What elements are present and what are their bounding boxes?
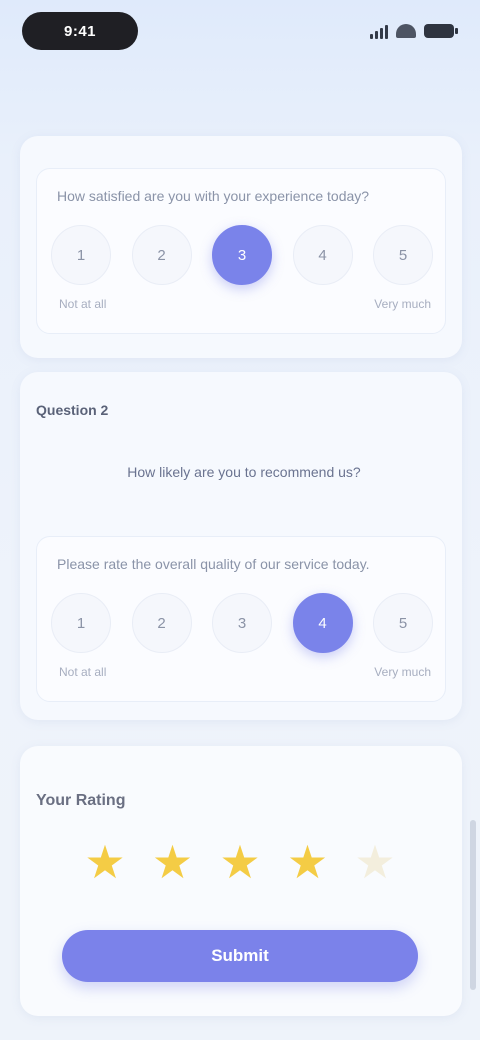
scale-1-option-4[interactable]: 4 [292,225,353,285]
star-rating: ★ ★ ★ ★ ★ [80,834,400,890]
scale-2-option-4[interactable]: 4 [292,593,353,653]
question-1-text: How satisfied are you with your experien… [57,188,370,204]
scale-1-low-label: Not at all [59,297,107,311]
status-icons [370,20,458,42]
scale-2-option-3[interactable]: 3 [212,593,272,653]
scale-1-high-label: Very much [374,297,431,311]
question-panel-1: How satisfied are you with your experien… [36,168,446,334]
scale-2-option-2[interactable]: 2 [131,593,192,653]
section-2-text: How likely are you to recommend us? [127,464,361,480]
scale-1-option-2[interactable]: 2 [131,225,192,285]
star-icon[interactable]: ★ [148,837,198,887]
question-card-1: How satisfied are you with your experien… [20,136,462,358]
status-bar: 9:41 [0,0,480,64]
rating-scale-1: 1 2 3 4 5 [51,225,433,285]
question-card-2: Question 2 How likely are you to recomme… [20,372,462,720]
question-2-text: Please rate the overall quality of our s… [57,556,370,572]
scale-1-option-3[interactable]: 3 [212,225,272,285]
star-icon[interactable]: ★ [80,837,130,887]
star-icon[interactable]: ★ [283,837,333,887]
status-time: 9:41 [22,12,138,50]
scale-1-option-1[interactable]: 1 [51,225,111,285]
scale-2-option-5[interactable]: 5 [373,593,433,653]
rating-card: Your Rating ★ ★ ★ ★ ★ Submit [20,746,462,1016]
star-icon[interactable]: ★ [350,837,400,887]
battery-icon [424,24,458,38]
star-icon[interactable]: ★ [215,837,265,887]
scale-2-option-1[interactable]: 1 [51,593,111,653]
wifi-icon [396,24,416,38]
scale-1-labels: Not at all Very much [59,297,431,311]
submit-button[interactable]: Submit [62,930,418,982]
rating-title: Your Rating [36,792,126,809]
rating-scale-2: 1 2 3 4 5 [51,593,433,653]
scale-2-high-label: Very much [374,665,431,679]
scale-1-option-5[interactable]: 5 [373,225,433,285]
signal-bars-icon [370,23,388,39]
scale-2-labels: Not at all Very much [59,665,431,679]
question-panel-2: Please rate the overall quality of our s… [36,536,446,702]
scrollbar[interactable] [470,820,476,990]
section-2-title: Question 2 [36,402,109,418]
scale-2-low-label: Not at all [59,665,107,679]
